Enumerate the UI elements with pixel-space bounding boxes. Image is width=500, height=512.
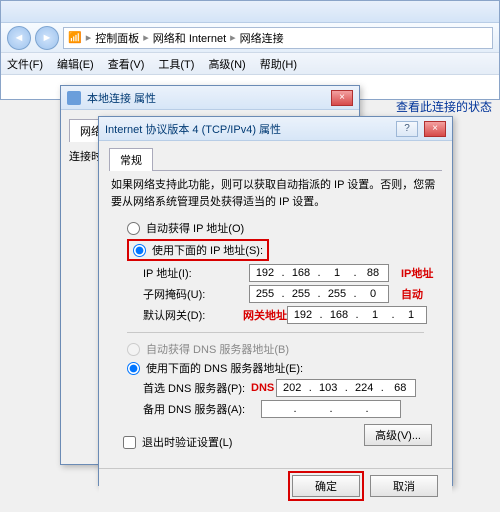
radio-manual-ip[interactable]: 使用下面的 IP 地址(S):: [127, 239, 442, 261]
ok-button[interactable]: 确定: [292, 475, 360, 497]
menu-advanced[interactable]: 高级(N): [208, 56, 245, 72]
menu-bar: 文件(F) 编辑(E) 查看(V) 工具(T) 高级(N) 帮助(H): [1, 53, 499, 75]
annotation-auto: 自动: [401, 286, 423, 302]
dialog2-titlebar[interactable]: Internet 协议版本 4 (TCP/IPv4) 属性 ? ×: [99, 117, 452, 141]
folder-icon: 📶: [68, 31, 82, 44]
radio-manual-dns-label: 使用下面的 DNS 服务器地址(E):: [146, 360, 303, 376]
ipv4-properties-dialog: Internet 协议版本 4 (TCP/IPv4) 属性 ? × 常规 如果网…: [98, 116, 453, 486]
separator: [127, 332, 424, 333]
label-gateway: 默认网关(D):: [143, 307, 243, 323]
explorer-titlebar: [1, 1, 499, 23]
dns2-input[interactable]: . . .: [261, 400, 401, 418]
radio-auto-ip[interactable]: 自动获得 IP 地址(O): [127, 220, 442, 236]
label-mask: 子网掩码(U):: [143, 286, 243, 302]
close-icon[interactable]: ×: [331, 90, 353, 106]
annotation-dns: DNS: [251, 382, 274, 394]
subnet-mask-input[interactable]: 255. 255. 255. 0: [249, 285, 389, 303]
menu-tools[interactable]: 工具(T): [158, 56, 194, 72]
radio-manual-dns[interactable]: 使用下面的 DNS 服务器地址(E):: [127, 360, 442, 376]
radio-auto-ip-input[interactable]: [127, 222, 140, 235]
radio-auto-dns-input: [127, 343, 140, 356]
radio-manual-ip-input[interactable]: [133, 244, 146, 257]
annotation-gateway: 网关地址: [243, 307, 287, 323]
crumb-1[interactable]: 控制面板: [95, 30, 139, 46]
dialog1-title: 本地连接 属性: [87, 90, 325, 106]
gateway-input[interactable]: 192. 168. 1. 1: [287, 306, 427, 324]
button-bar: 确定 取消: [99, 468, 452, 502]
dialog2-title: Internet 协议版本 4 (TCP/IPv4) 属性: [105, 121, 390, 137]
dns1-input[interactable]: 202. 103. 224. 68: [276, 379, 416, 397]
breadcrumb[interactable]: 📶 ▸ 控制面板 ▸ 网络和 Internet ▸ 网络连接: [63, 27, 493, 49]
menu-file[interactable]: 文件(F): [7, 56, 43, 72]
radio-auto-dns: 自动获得 DNS 服务器地址(B): [127, 341, 442, 357]
address-bar: ◄ ► 📶 ▸ 控制面板 ▸ 网络和 Internet ▸ 网络连接: [1, 23, 499, 53]
dialog1-titlebar[interactable]: 本地连接 属性 ×: [61, 86, 359, 110]
menu-edit[interactable]: 编辑(E): [57, 56, 94, 72]
menu-help[interactable]: 帮助(H): [260, 56, 297, 72]
nav-forward-button[interactable]: ►: [35, 26, 59, 50]
ip-address-input[interactable]: 192. 168. 1. 88: [249, 264, 389, 282]
annotation-ip: IP地址: [401, 265, 433, 281]
label-dns2: 备用 DNS 服务器(A):: [143, 401, 255, 417]
label-dns1: 首选 DNS 服务器(P):: [143, 380, 255, 396]
close-icon[interactable]: ×: [424, 121, 446, 137]
validate-checkbox-row[interactable]: 退出时验证设置(L): [123, 434, 232, 450]
network-icon: [67, 91, 81, 105]
crumb-3[interactable]: 网络连接: [240, 30, 284, 46]
radio-manual-dns-input[interactable]: [127, 362, 140, 375]
validate-label: 退出时验证设置(L): [142, 434, 232, 450]
intro-text: 如果网络支持此功能，则可以获取自动指派的 IP 设置。否则，您需要从网络系统管理…: [111, 177, 440, 210]
tab-general[interactable]: 常规: [109, 148, 153, 171]
cancel-button[interactable]: 取消: [370, 475, 438, 497]
validate-checkbox[interactable]: [123, 436, 136, 449]
menu-view[interactable]: 查看(V): [108, 56, 145, 72]
crumb-2[interactable]: 网络和 Internet: [153, 30, 226, 46]
dns-group: 自动获得 DNS 服务器地址(B) 使用下面的 DNS 服务器地址(E): 首选…: [109, 341, 442, 418]
label-ip: IP 地址(I):: [143, 265, 243, 281]
radio-auto-ip-label: 自动获得 IP 地址(O): [146, 220, 244, 236]
radio-manual-ip-label: 使用下面的 IP 地址(S):: [152, 242, 263, 258]
ip-group: 自动获得 IP 地址(O) 使用下面的 IP 地址(S): IP 地址(I): …: [109, 220, 442, 324]
status-link[interactable]: 查看此连接的状态: [396, 98, 492, 115]
radio-auto-dns-label: 自动获得 DNS 服务器地址(B): [146, 341, 289, 357]
nav-back-button[interactable]: ◄: [7, 26, 31, 50]
advanced-button[interactable]: 高级(V)...: [364, 424, 432, 446]
help-icon[interactable]: ?: [396, 121, 418, 137]
